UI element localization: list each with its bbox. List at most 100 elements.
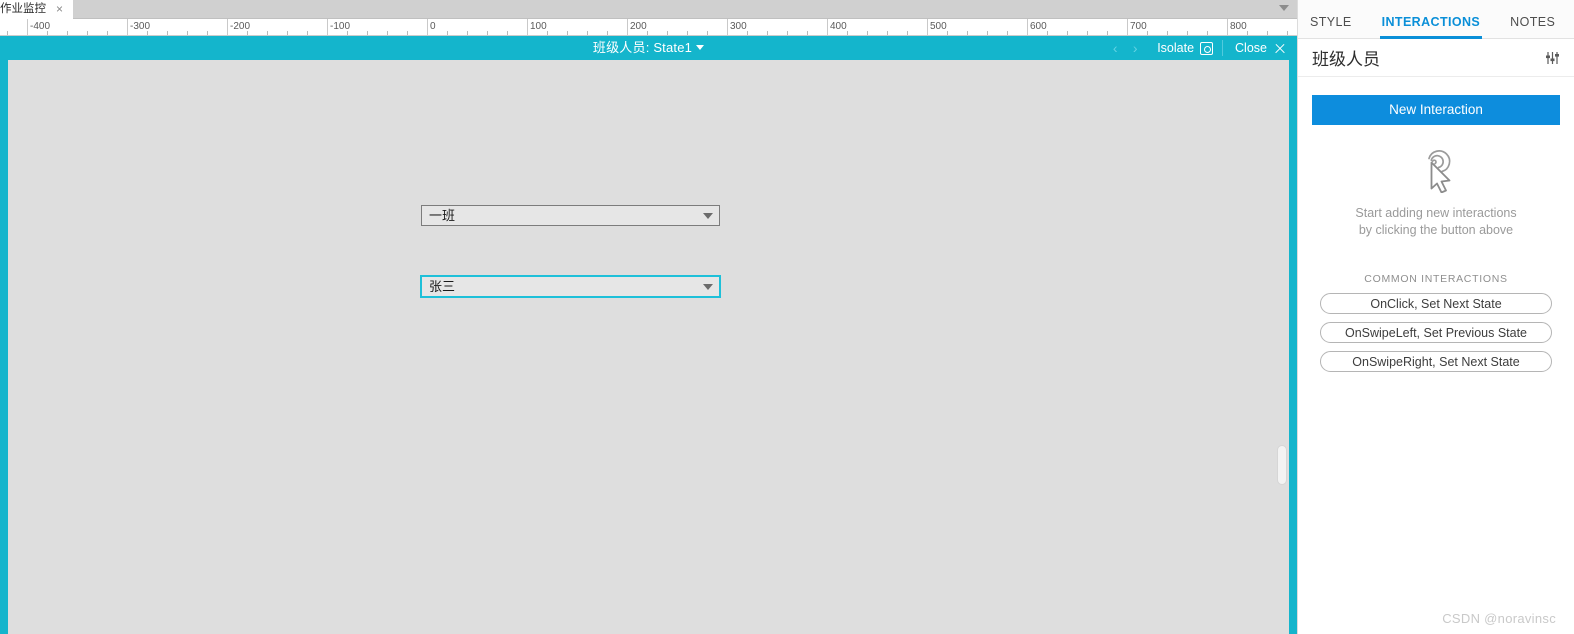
document-tab-close-icon[interactable]: × <box>56 0 63 19</box>
ruler-minor-tick <box>87 31 88 35</box>
ruler-minor-tick <box>907 31 908 35</box>
ruler-minor-tick <box>1007 31 1008 35</box>
document-tab[interactable]: 作业监控 × <box>0 0 74 19</box>
sliders-icon[interactable] <box>1545 51 1560 65</box>
state-title[interactable]: 班级人员: State1 <box>0 36 1297 60</box>
ruler-minor-tick <box>1047 31 1048 35</box>
canvas-vertical-scrollbar[interactable] <box>1276 60 1288 634</box>
class-dropdown[interactable]: 一班 <box>421 205 720 226</box>
close-state-button[interactable]: Close <box>1223 36 1291 60</box>
ruler-minor-tick <box>67 31 68 35</box>
common-interactions-heading: COMMON INTERACTIONS <box>1364 273 1508 285</box>
ruler-minor-tick <box>307 31 308 35</box>
click-cursor-icon <box>1298 143 1574 197</box>
ruler-minor-tick <box>847 31 848 35</box>
ruler-label: 200 <box>630 21 647 32</box>
state-controls: ‹ › Isolate Close <box>1105 36 1291 60</box>
ruler-label: 0 <box>430 21 436 32</box>
next-state-button[interactable]: › <box>1125 36 1145 60</box>
common-interaction-onclick[interactable]: OnClick, Set Next State <box>1320 293 1552 314</box>
ruler-minor-tick <box>7 31 8 35</box>
ruler-minor-tick <box>267 31 268 35</box>
ruler-label: -100 <box>330 21 351 32</box>
ruler-label: 100 <box>530 21 547 32</box>
empty-state-line-1: Start adding new interactions <box>1355 206 1517 220</box>
ruler-label: -400 <box>30 21 51 32</box>
close-label: Close <box>1235 41 1267 55</box>
ruler-minor-tick <box>1147 31 1148 35</box>
ruler-minor-tick <box>1167 31 1168 35</box>
axure-prototype-editor: 作业监控 × -400 -300 -200 -100 0 100 200 300 400 500 6… <box>0 0 1574 634</box>
caret-down-icon[interactable] <box>697 277 719 296</box>
document-tab-bar: 作业监控 × <box>0 0 1297 19</box>
canvas-surface[interactable]: 一班 张三 <box>8 60 1289 634</box>
ruler-label: 800 <box>1230 21 1247 32</box>
ruler-minor-tick <box>187 31 188 35</box>
ruler-label: 700 <box>1130 21 1147 32</box>
class-dropdown-value: 一班 <box>429 208 456 223</box>
ruler-label: -200 <box>230 21 251 32</box>
common-interaction-onswipeleft[interactable]: OnSwipeLeft, Set Previous State <box>1320 322 1552 343</box>
caret-down-icon[interactable] <box>697 206 719 225</box>
tab-interactions[interactable]: INTERACTIONS <box>1379 15 1482 39</box>
ruler-minor-tick <box>987 31 988 35</box>
canvas-area: 作业监控 × -400 -300 -200 -100 0 100 200 300 400 500 6… <box>0 0 1297 634</box>
new-interaction-button[interactable]: New Interaction <box>1312 95 1560 125</box>
ruler-minor-tick <box>487 31 488 35</box>
ruler-minor-tick <box>467 31 468 35</box>
ruler-minor-tick <box>747 31 748 35</box>
ruler-minor-tick <box>767 31 768 35</box>
student-dropdown[interactable]: 张三 <box>420 275 721 298</box>
ruler-minor-tick <box>1107 31 1108 35</box>
common-interactions-section: COMMON INTERACTIONS OnClick, Set Next St… <box>1298 273 1574 372</box>
tab-notes[interactable]: NOTES <box>1510 15 1555 38</box>
ruler-minor-tick <box>867 31 868 35</box>
isolate-label: Isolate <box>1157 41 1195 55</box>
student-dropdown-value: 张三 <box>429 279 456 294</box>
panel-title-row: 班级人员 <box>1298 39 1574 77</box>
isolate-target-icon <box>1200 41 1214 55</box>
ruler-minor-tick <box>407 31 408 35</box>
ruler-minor-tick <box>1187 31 1188 35</box>
right-inspector-panel: STYLE INTERACTIONS NOTES 班级人员 New Intera… <box>1297 0 1574 634</box>
ruler-minor-tick <box>1247 31 1248 35</box>
state-title-name: 班级人员 <box>592 40 646 55</box>
ruler-minor-tick <box>1207 31 1208 35</box>
watermark: CSDN @noravinsc <box>1442 611 1556 626</box>
chevron-down-icon[interactable] <box>1279 5 1289 11</box>
ruler-minor-tick <box>1287 31 1288 35</box>
ruler-minor-tick <box>947 31 948 35</box>
ruler-minor-tick <box>807 31 808 35</box>
ruler-minor-tick <box>387 31 388 35</box>
isolate-button[interactable]: Isolate <box>1145 36 1222 60</box>
ruler-label: 500 <box>930 21 947 32</box>
prev-state-button[interactable]: ‹ <box>1105 36 1125 60</box>
caret-down-icon[interactable] <box>696 45 705 50</box>
close-x-icon <box>1274 43 1285 54</box>
ruler-minor-tick <box>547 31 548 35</box>
ruler-minor-tick <box>647 31 648 35</box>
document-tab-label: 作业监控 <box>0 3 46 15</box>
state-header-bar: 班级人员: State1 ‹ › Isolate Close <box>0 36 1297 60</box>
ruler-minor-tick <box>687 31 688 35</box>
empty-state: Start adding new interactions by clickin… <box>1298 143 1574 239</box>
ruler-minor-tick <box>707 31 708 35</box>
ruler-minor-tick <box>1087 31 1088 35</box>
inspector-tabs: STYLE INTERACTIONS NOTES <box>1298 0 1574 39</box>
common-interaction-onswiperight[interactable]: OnSwipeRight, Set Next State <box>1320 351 1552 372</box>
ruler-minor-tick <box>1067 31 1068 35</box>
ruler-minor-tick <box>1267 31 1268 35</box>
ruler-minor-tick <box>167 31 168 35</box>
tab-style[interactable]: STYLE <box>1310 15 1352 38</box>
ruler-minor-tick <box>587 31 588 35</box>
ruler-label: 400 <box>830 21 847 32</box>
ruler-minor-tick <box>207 31 208 35</box>
ruler-label: 600 <box>1030 21 1047 32</box>
ruler-minor-tick <box>787 31 788 35</box>
canvas-scrollbar-thumb[interactable] <box>1277 445 1287 485</box>
empty-state-line-2: by clicking the button above <box>1358 223 1514 237</box>
ruler-minor-tick <box>447 31 448 35</box>
ruler-minor-tick <box>967 31 968 35</box>
ruler-minor-tick <box>887 31 888 35</box>
state-title-state: State1 <box>653 40 693 55</box>
